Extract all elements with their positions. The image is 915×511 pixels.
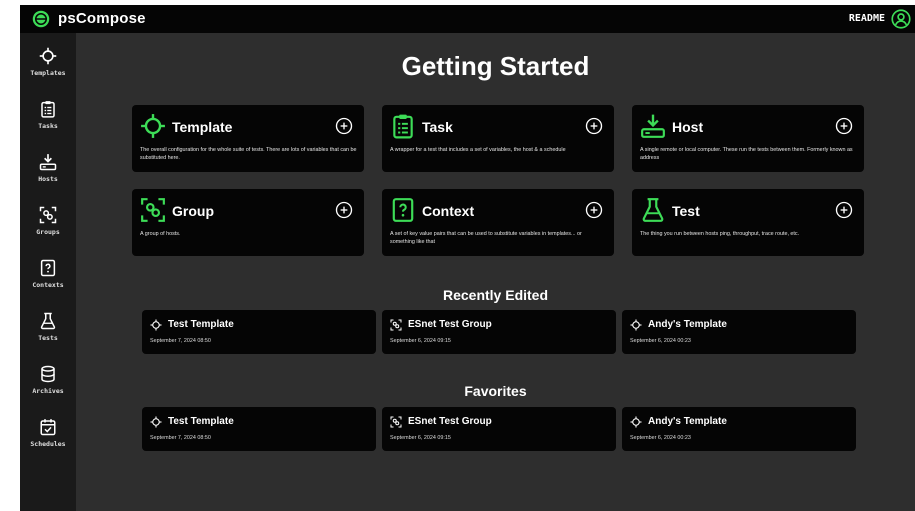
add-test-icon[interactable] — [835, 201, 853, 219]
crosshair-icon — [630, 416, 642, 428]
flask-icon — [640, 197, 666, 223]
sidebar-item-templates[interactable]: Templates — [20, 45, 76, 93]
sidebar-item-label: Schedules — [30, 440, 66, 448]
sidebar-item-groups[interactable]: Groups — [20, 204, 76, 252]
card-group[interactable]: Group A group of hosts. — [132, 189, 364, 256]
recent-item-name: ESnet Test Group — [408, 319, 492, 330]
card-test[interactable]: Test The thing you run between hosts pin… — [632, 189, 864, 256]
app-title: psCompose — [58, 10, 146, 27]
card-description: A single remote or local computer. These… — [640, 147, 853, 161]
recent-item[interactable]: ESnet Test Group September 6, 2024 09:15 — [382, 310, 616, 354]
card-task[interactable]: Task A wrapper for a test that includes … — [382, 105, 614, 172]
card-title: Task — [422, 119, 453, 135]
add-task-icon[interactable] — [585, 117, 603, 135]
clipboard-icon — [390, 113, 416, 139]
sidebar-item-hosts[interactable]: Hosts — [20, 151, 76, 199]
page-title: Getting Started — [401, 51, 590, 81]
card-template[interactable]: Template The overall configuration for t… — [132, 105, 364, 172]
clipboard-icon — [39, 100, 57, 118]
flask-icon — [39, 312, 57, 330]
add-host-icon[interactable] — [835, 117, 853, 135]
sidebar-item-tasks[interactable]: Tasks — [20, 98, 76, 146]
host-download-icon — [39, 153, 57, 171]
add-template-icon[interactable] — [335, 117, 353, 135]
sidebar-item-label: Tests — [38, 334, 58, 342]
favorite-item-date: September 7, 2024 08:50 — [150, 435, 211, 441]
sidebar-item-label: Archives — [32, 387, 64, 395]
group-icon — [140, 197, 166, 223]
sidebar-item-label: Tasks — [38, 122, 58, 130]
recent-item[interactable]: Test Template September 7, 2024 08:50 — [142, 310, 376, 354]
recent-item-name: Test Template — [168, 319, 234, 330]
sidebar: Templates Tasks Hosts Groups Contexts Te… — [20, 33, 76, 511]
crosshair-icon — [140, 113, 166, 139]
card-context[interactable]: Context A set of key value pairs that ca… — [382, 189, 614, 256]
favorite-item-name: ESnet Test Group — [408, 416, 492, 427]
calendar-icon — [39, 418, 57, 436]
favorite-item[interactable]: ESnet Test Group September 6, 2024 09:15 — [382, 407, 616, 451]
recently-edited-title: Recently Edited — [442, 287, 549, 303]
card-title: Context — [422, 203, 475, 219]
favorite-item[interactable]: Test Template September 7, 2024 08:50 — [142, 407, 376, 451]
user-account-icon[interactable] — [891, 9, 911, 29]
card-description: A set of key value pairs that can be use… — [390, 231, 582, 245]
sidebar-item-archives[interactable]: Archives — [20, 363, 76, 411]
sidebar-item-label: Templates — [30, 69, 66, 77]
top-bar: psCompose README — [20, 5, 915, 33]
host-download-icon — [640, 113, 666, 139]
favorite-item-date: September 6, 2024 00:23 — [630, 435, 691, 441]
group-icon — [39, 206, 57, 224]
group-icon — [390, 319, 402, 331]
crosshair-icon — [150, 319, 162, 331]
card-title: Host — [672, 119, 704, 135]
readme-link[interactable]: README — [849, 13, 885, 24]
pscompose-logo-icon[interactable] — [32, 10, 50, 28]
card-description: A group of hosts. — [140, 231, 181, 237]
database-icon — [39, 365, 57, 383]
favorite-item-name: Test Template — [168, 416, 234, 427]
add-context-icon[interactable] — [585, 201, 603, 219]
recent-item-date: September 6, 2024 09:15 — [390, 338, 451, 344]
card-host[interactable]: Host A single remote or local computer. … — [632, 105, 864, 172]
sidebar-item-label: Groups — [36, 228, 60, 236]
sidebar-item-label: Hosts — [38, 175, 58, 183]
card-title: Group — [172, 203, 214, 219]
favorite-item-date: September 6, 2024 09:15 — [390, 435, 451, 441]
crosshair-icon — [39, 47, 57, 65]
card-description: A wrapper for a test that includes a set… — [390, 147, 566, 153]
recent-item-date: September 6, 2024 00:23 — [630, 338, 691, 344]
recent-item-date: September 7, 2024 08:50 — [150, 338, 211, 344]
sidebar-item-contexts[interactable]: Contexts — [20, 257, 76, 305]
add-group-icon[interactable] — [335, 201, 353, 219]
crosshair-icon — [150, 416, 162, 428]
context-icon — [39, 259, 57, 277]
sidebar-item-label: Contexts — [32, 281, 64, 289]
favorite-item[interactable]: Andy's Template September 6, 2024 00:23 — [622, 407, 856, 451]
favorites-title: Favorites — [464, 383, 527, 399]
card-title: Template — [172, 119, 233, 135]
main-content: Getting Started Template The overall con… — [76, 33, 915, 511]
group-icon — [390, 416, 402, 428]
card-description: The overall configuration for the whole … — [140, 147, 357, 161]
recent-item-name: Andy's Template — [648, 319, 727, 330]
recent-item[interactable]: Andy's Template September 6, 2024 00:23 — [622, 310, 856, 354]
sidebar-item-schedules[interactable]: Schedules — [20, 416, 76, 464]
favorite-item-name: Andy's Template — [648, 416, 727, 427]
sidebar-item-tests[interactable]: Tests — [20, 310, 76, 358]
context-icon — [390, 197, 416, 223]
card-description: The thing you run between hosts ping, th… — [640, 231, 800, 237]
app-window: psCompose README Templates Tasks Hosts G… — [20, 5, 915, 511]
card-title: Test — [672, 203, 700, 219]
crosshair-icon — [630, 319, 642, 331]
